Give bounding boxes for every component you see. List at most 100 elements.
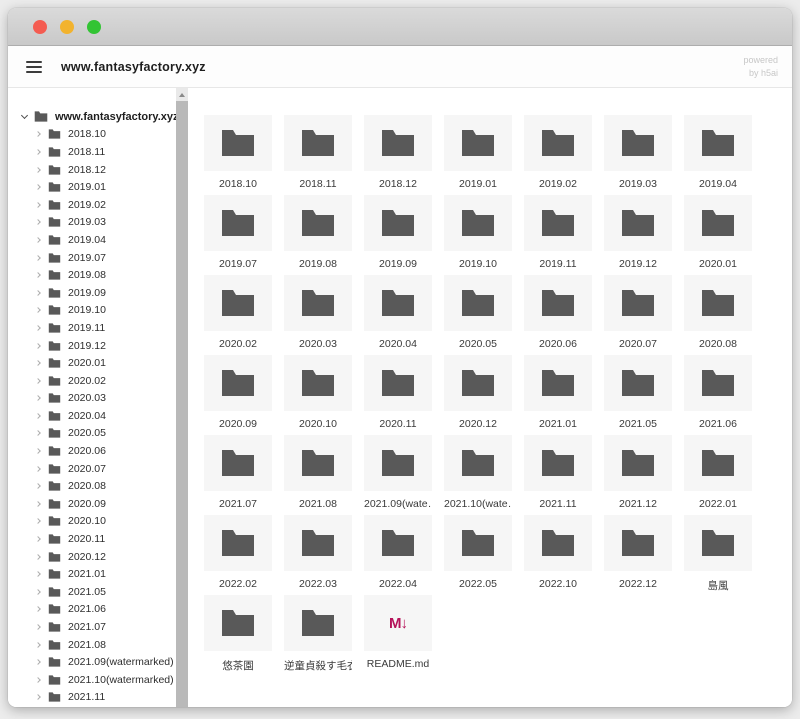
folder-2020.10[interactable]: 2020.10 xyxy=(284,355,352,431)
maximize-window-button[interactable] xyxy=(87,20,101,34)
file-tile[interactable] xyxy=(284,115,352,171)
file-tile[interactable] xyxy=(684,275,752,331)
folder-2019.01[interactable]: 2019.01 xyxy=(444,115,512,191)
folder-2020.05[interactable]: 2020.05 xyxy=(444,275,512,351)
folder-2021.12[interactable]: 2021.12 xyxy=(604,435,672,511)
chevron-right-icon[interactable] xyxy=(34,308,43,312)
chevron-right-icon[interactable] xyxy=(34,185,43,189)
folder-2022.03[interactable]: 2022.03 xyxy=(284,515,352,591)
file-tile[interactable] xyxy=(284,195,352,251)
file-tile[interactable] xyxy=(364,195,432,251)
folder-2020.02[interactable]: 2020.02 xyxy=(204,275,272,351)
file-tile[interactable] xyxy=(364,435,432,491)
file-tile[interactable] xyxy=(364,115,432,171)
folder-2020.12[interactable]: 2020.12 xyxy=(444,355,512,431)
folder-2022.05[interactable]: 2022.05 xyxy=(444,515,512,591)
folder-2021.09(wate…[interactable]: 2021.09(wate… xyxy=(364,435,432,511)
file-tile[interactable] xyxy=(444,195,512,251)
file-tile[interactable] xyxy=(524,355,592,411)
sidebar-item-2021.09(watermarked)[interactable]: 2021.09(watermarked) xyxy=(8,653,176,671)
folder-2018.12[interactable]: 2018.12 xyxy=(364,115,432,191)
chevron-right-icon[interactable] xyxy=(34,431,43,435)
chevron-down-icon[interactable] xyxy=(20,115,29,118)
file-tile[interactable] xyxy=(444,435,512,491)
folder-2020.03[interactable]: 2020.03 xyxy=(284,275,352,351)
sidebar-item-2019.12[interactable]: 2019.12 xyxy=(8,337,176,355)
folder-2019.08[interactable]: 2019.08 xyxy=(284,195,352,271)
file-tile[interactable] xyxy=(284,595,352,651)
folder-悠茶園[interactable]: 悠茶園 xyxy=(204,595,272,671)
sidebar-item-2021.11[interactable]: 2021.11 xyxy=(8,689,176,707)
file-tile[interactable] xyxy=(284,355,352,411)
folder-2020.08[interactable]: 2020.08 xyxy=(684,275,752,351)
folder-2020.06[interactable]: 2020.06 xyxy=(524,275,592,351)
sidebar-item-2021.10(watermarked)[interactable]: 2021.10(watermarked) xyxy=(8,671,176,689)
folder-2019.04[interactable]: 2019.04 xyxy=(684,115,752,191)
sidebar-scrollbar[interactable] xyxy=(176,88,188,707)
sidebar-item-2019.08[interactable]: 2019.08 xyxy=(8,266,176,284)
file-tile[interactable] xyxy=(204,115,272,171)
folder-逆童貞殺す毛衣[interactable]: 逆童貞殺す毛衣 xyxy=(284,595,352,671)
sidebar-item-2020.05[interactable]: 2020.05 xyxy=(8,425,176,443)
chevron-right-icon[interactable] xyxy=(34,449,43,453)
sidebar-item-2020.10[interactable]: 2020.10 xyxy=(8,513,176,531)
chevron-right-icon[interactable] xyxy=(34,537,43,541)
folder-2021.10(wate…[interactable]: 2021.10(wate… xyxy=(444,435,512,511)
chevron-right-icon[interactable] xyxy=(34,344,43,348)
sidebar-item-2018.12[interactable]: 2018.12 xyxy=(8,161,176,179)
file-tile[interactable] xyxy=(364,355,432,411)
file-tile[interactable] xyxy=(524,275,592,331)
folder-2022.02[interactable]: 2022.02 xyxy=(204,515,272,591)
chevron-right-icon[interactable] xyxy=(34,132,43,136)
file-tile[interactable] xyxy=(524,195,592,251)
folder-2018.11[interactable]: 2018.11 xyxy=(284,115,352,191)
folder-2022.01[interactable]: 2022.01 xyxy=(684,435,752,511)
chevron-right-icon[interactable] xyxy=(34,467,43,471)
sidebar-item-2021.01[interactable]: 2021.01 xyxy=(8,565,176,583)
sidebar-item-2018.10[interactable]: 2018.10 xyxy=(8,126,176,144)
folder-2021.07[interactable]: 2021.07 xyxy=(204,435,272,511)
folder-2019.02[interactable]: 2019.02 xyxy=(524,115,592,191)
file-tile[interactable] xyxy=(444,275,512,331)
sidebar-item-2021.12[interactable]: 2021.12 xyxy=(8,706,176,707)
sidebar-item-2019.11[interactable]: 2019.11 xyxy=(8,319,176,337)
file-tile[interactable] xyxy=(444,355,512,411)
folder-2020.04[interactable]: 2020.04 xyxy=(364,275,432,351)
chevron-right-icon[interactable] xyxy=(34,502,43,506)
sidebar-item-2021.08[interactable]: 2021.08 xyxy=(8,636,176,654)
file-README.md[interactable]: M↓README.md xyxy=(364,595,432,671)
file-tile[interactable] xyxy=(364,515,432,571)
chevron-right-icon[interactable] xyxy=(34,168,43,172)
chevron-right-icon[interactable] xyxy=(34,238,43,242)
chevron-right-icon[interactable] xyxy=(34,643,43,647)
chevron-right-icon[interactable] xyxy=(34,361,43,365)
file-tile[interactable] xyxy=(284,515,352,571)
folder-2020.09[interactable]: 2020.09 xyxy=(204,355,272,431)
sidebar-item-2019.07[interactable]: 2019.07 xyxy=(8,249,176,267)
folder-2019.12[interactable]: 2019.12 xyxy=(604,195,672,271)
file-tile[interactable] xyxy=(524,115,592,171)
folder-2020.07[interactable]: 2020.07 xyxy=(604,275,672,351)
sidebar-scrollbar-thumb[interactable] xyxy=(176,101,188,707)
file-tile[interactable] xyxy=(204,275,272,331)
chevron-right-icon[interactable] xyxy=(34,555,43,559)
sidebar-item-2020.12[interactable]: 2020.12 xyxy=(8,548,176,566)
chevron-right-icon[interactable] xyxy=(34,695,43,699)
sidebar-item-2019.09[interactable]: 2019.09 xyxy=(8,284,176,302)
sidebar-item-2018.11[interactable]: 2018.11 xyxy=(8,143,176,161)
chevron-right-icon[interactable] xyxy=(34,414,43,418)
chevron-right-icon[interactable] xyxy=(34,326,43,330)
folder-2019.11[interactable]: 2019.11 xyxy=(524,195,592,271)
chevron-right-icon[interactable] xyxy=(34,379,43,383)
folder-2018.10[interactable]: 2018.10 xyxy=(204,115,272,191)
chevron-right-icon[interactable] xyxy=(34,256,43,260)
file-tile[interactable] xyxy=(284,435,352,491)
hamburger-menu-icon[interactable] xyxy=(26,61,42,73)
chevron-right-icon[interactable] xyxy=(34,572,43,576)
file-tile[interactable] xyxy=(204,355,272,411)
folder-2020.01[interactable]: 2020.01 xyxy=(684,195,752,271)
folder-2022.04[interactable]: 2022.04 xyxy=(364,515,432,591)
file-tile[interactable] xyxy=(524,515,592,571)
chevron-right-icon[interactable] xyxy=(34,220,43,224)
file-tile[interactable] xyxy=(204,435,272,491)
